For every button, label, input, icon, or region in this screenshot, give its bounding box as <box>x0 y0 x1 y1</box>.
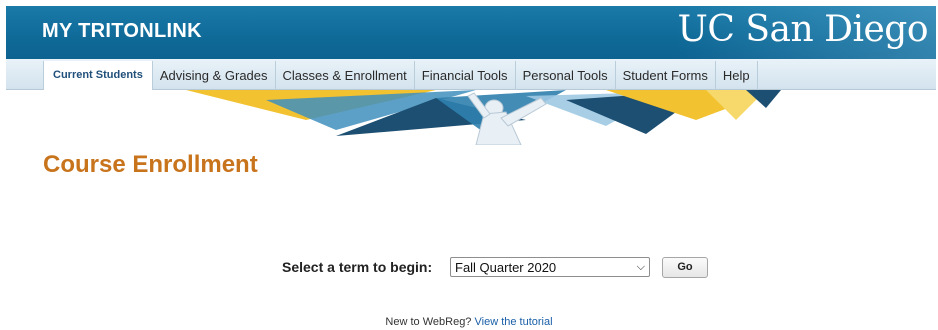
view-tutorial-link[interactable]: View the tutorial <box>475 316 553 328</box>
nav-item-classes-enrollment[interactable]: Classes & Enrollment <box>276 61 415 90</box>
term-select[interactable]: Fall Quarter 2020 ⌵ <box>450 257 650 277</box>
tutorial-line: New to WebReg? View the tutorial <box>0 316 938 328</box>
ucsd-logo[interactable]: UC San Diego <box>678 7 929 53</box>
nav-item-help[interactable]: Help <box>716 61 758 90</box>
app-title[interactable]: MY TRITONLINK <box>42 20 202 43</box>
webreg-page: MY TRITONLINK UC San Diego Current Stude… <box>0 0 938 330</box>
tutorial-prefix: New to WebReg? <box>385 316 475 328</box>
go-button[interactable]: Go <box>662 257 708 278</box>
nav-item-current-students[interactable]: Current Students <box>43 61 153 90</box>
chevron-down-icon: ⌵ <box>636 261 645 273</box>
page-title: Course Enrollment <box>43 151 258 178</box>
nav-item-student-forms[interactable]: Student Forms <box>616 61 716 90</box>
nav-items: Current Students Advising & Grades Class… <box>43 61 758 90</box>
nav-item-advising-grades[interactable]: Advising & Grades <box>153 61 276 90</box>
header-bar: MY TRITONLINK UC San Diego <box>6 6 936 59</box>
nav-item-personal-tools[interactable]: Personal Tools <box>516 61 616 90</box>
term-prompt-label: Select a term to begin: <box>282 259 433 275</box>
decorative-banner <box>186 90 781 145</box>
main-nav: Current Students Advising & Grades Class… <box>6 59 936 90</box>
nav-item-financial-tools[interactable]: Financial Tools <box>415 61 516 90</box>
term-select-value: Fall Quarter 2020 <box>455 260 557 275</box>
